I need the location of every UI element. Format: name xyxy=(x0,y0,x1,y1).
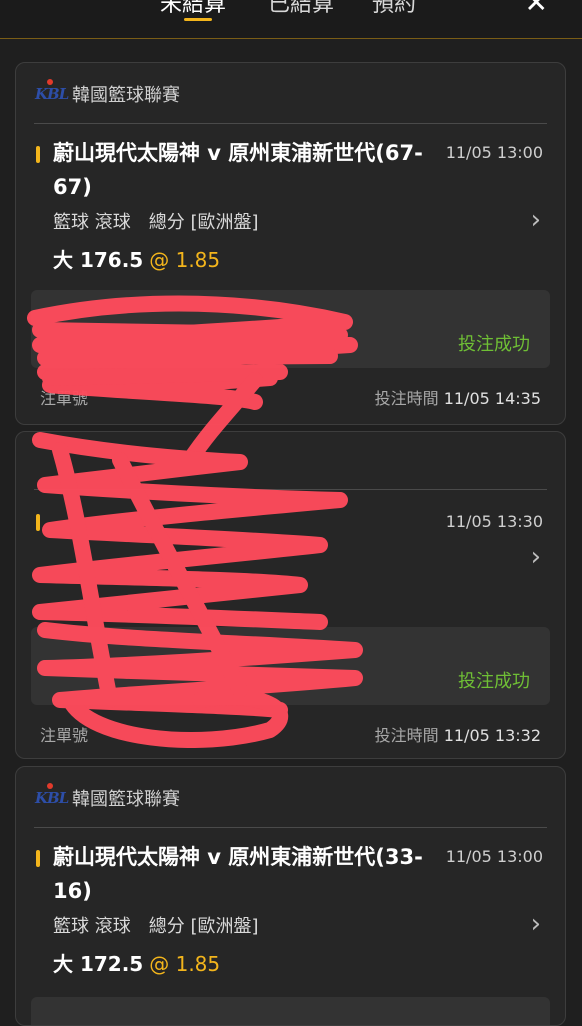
chevron-right-icon[interactable]: › xyxy=(531,205,541,235)
league-logo: KBL xyxy=(35,783,69,809)
bet-time: 投注時間 11/05 13:32 xyxy=(374,726,541,745)
bet-status: 投注成功 xyxy=(458,334,530,355)
league-name: 韓國籃球聯賽 xyxy=(72,789,180,810)
tab-scheduled[interactable]: 預約 xyxy=(372,0,416,18)
bet-status: 投注成功 xyxy=(458,671,530,692)
chevron-right-icon[interactable]: › xyxy=(531,909,541,939)
market-name: 籃球 滾球 總分 [歐洲盤] xyxy=(53,916,259,937)
selection-label: 大 172.5 xyxy=(53,952,144,976)
league-name: 韓國籃球聯賽 xyxy=(72,85,180,106)
tab-settled[interactable]: 已結算 xyxy=(268,0,334,18)
selection: 大 172.5 @ 1.85 xyxy=(53,948,220,977)
bet-card[interactable]: KBL 韓國籃球聯賽 蔚山現代太陽神 v 原州東浦新世代(33-16) 11/0… xyxy=(15,766,566,1026)
match-indicator xyxy=(36,850,40,867)
order-number-label: 注單號 xyxy=(40,389,89,408)
bet-details: 投注成功 xyxy=(31,627,550,705)
card-header: KBL 韓國籃球聯賽 xyxy=(16,63,565,121)
divider xyxy=(34,489,547,490)
odds: @ 1.85 xyxy=(149,248,221,272)
match-indicator xyxy=(36,514,40,531)
tab-unsettled[interactable]: 未結算 xyxy=(160,0,226,18)
order-number-label: 注單號 xyxy=(40,726,89,745)
bet-card[interactable]: KBL 韓國籃球聯賽 蔚山現代太陽神 v 原州東浦新世代(67-67) 11/0… xyxy=(15,62,566,425)
match-time: 11/05 13:30 xyxy=(445,512,543,531)
divider xyxy=(34,827,547,828)
selection-label: 大 176.5 xyxy=(53,248,144,272)
match-title: 蔚山現代太陽神 v 原州東浦新世代(67-67) xyxy=(53,141,423,199)
match-indicator xyxy=(36,146,40,163)
divider xyxy=(34,123,547,124)
bet-time: 投注時間 11/05 14:35 xyxy=(374,389,541,408)
market-name: 籃球 滾球 總分 [歐洲盤] xyxy=(53,212,259,233)
match-title: 蔚山現代太陽神 v 原州東浦新世代(33-16) xyxy=(53,845,423,903)
bet-details: 投注成功 xyxy=(31,290,550,368)
selection: 大 176.5 @ 1.85 xyxy=(53,244,220,273)
match-time: 11/05 13:00 xyxy=(445,847,543,866)
chevron-right-icon[interactable]: › xyxy=(531,542,541,572)
close-icon[interactable]: ✕ xyxy=(525,0,548,19)
match-time: 11/05 13:00 xyxy=(445,143,543,162)
odds: @ 1.85 xyxy=(149,952,221,976)
card-header: KBL 韓國籃球聯賽 xyxy=(16,767,565,825)
bet-details xyxy=(31,997,550,1025)
league-logo: KBL xyxy=(35,79,69,105)
bet-card[interactable]: 11/05 13:30 › 投注成功 注單號 投注時間 11/05 13:32 xyxy=(15,431,566,759)
active-tab-indicator xyxy=(184,18,212,21)
top-tab-bar: 未結算 已結算 預約 ✕ xyxy=(0,0,582,39)
